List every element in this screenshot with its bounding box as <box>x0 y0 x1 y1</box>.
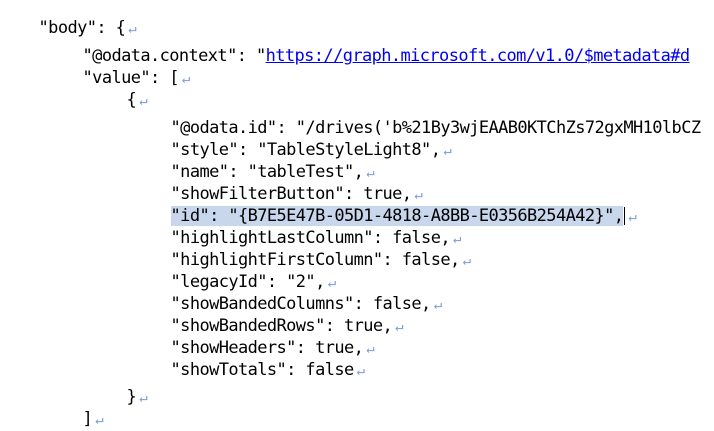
return-mark-icon: ↵ <box>628 209 637 225</box>
code-line: "highlightLastColumn": false, ↵ <box>132 205 462 248</box>
code-line-selected: "id": "{B7E5E47B-05D1-4818-A8BB-E0356B25… <box>132 183 637 226</box>
code-line: "body": {↵ <box>0 0 137 38</box>
code-line: {↵ <box>88 67 148 110</box>
return-mark-icon: ↵ <box>443 143 452 159</box>
return-mark-icon: ↵ <box>356 363 365 379</box>
code-line: ] ↵ <box>44 386 104 429</box>
return-mark-icon: ↵ <box>139 390 148 406</box>
code-line: "value": [↵ <box>44 45 191 88</box>
return-mark-icon: ↵ <box>95 412 104 428</box>
code-line: "style": "TableStyleLight8", ↵ <box>132 117 452 160</box>
return-mark-icon: ↵ <box>433 297 442 313</box>
code-text: } <box>126 387 137 407</box>
code-editor[interactable]: "body": {↵ "@odata.context": "https://gr… <box>0 0 714 431</box>
code-line: "legacyId": "2", ↵ <box>132 249 337 292</box>
code-line: "name": "tableTest", ↵ <box>132 139 375 182</box>
code-line: "showFilterButton": true, ↵ <box>132 161 423 204</box>
return-mark-icon: ↵ <box>181 71 190 87</box>
return-mark-icon: ↵ <box>366 341 375 357</box>
code-line: }↵ <box>0 406 59 431</box>
code-line: "showBandedRows": true, ↵ <box>132 293 404 336</box>
code-line: "showBandedColumns": false, ↵ <box>132 271 443 314</box>
code-text: ] <box>82 409 93 429</box>
code-line: "@odata.id": "/drives('b%21By3wjEAAB0KTC… <box>132 95 702 138</box>
code-line: }↵ <box>88 364 148 407</box>
code-text: "showTotals": false <box>170 360 355 380</box>
metadata-link[interactable]: https://graph.microsoft.com/v1.0/$metada… <box>266 46 691 66</box>
code-line: "showTotals": false ↵ <box>132 337 366 380</box>
return-mark-icon: ↵ <box>462 253 471 269</box>
return-mark-icon: ↵ <box>395 319 403 335</box>
code-line: "@odata.context": "https://graph.microso… <box>44 23 691 66</box>
text-caret <box>624 207 626 225</box>
code-line: "showHeaders": true, ↵ <box>132 315 375 358</box>
code-line: "highlightFirstColumn": false, ↵ <box>132 227 471 270</box>
